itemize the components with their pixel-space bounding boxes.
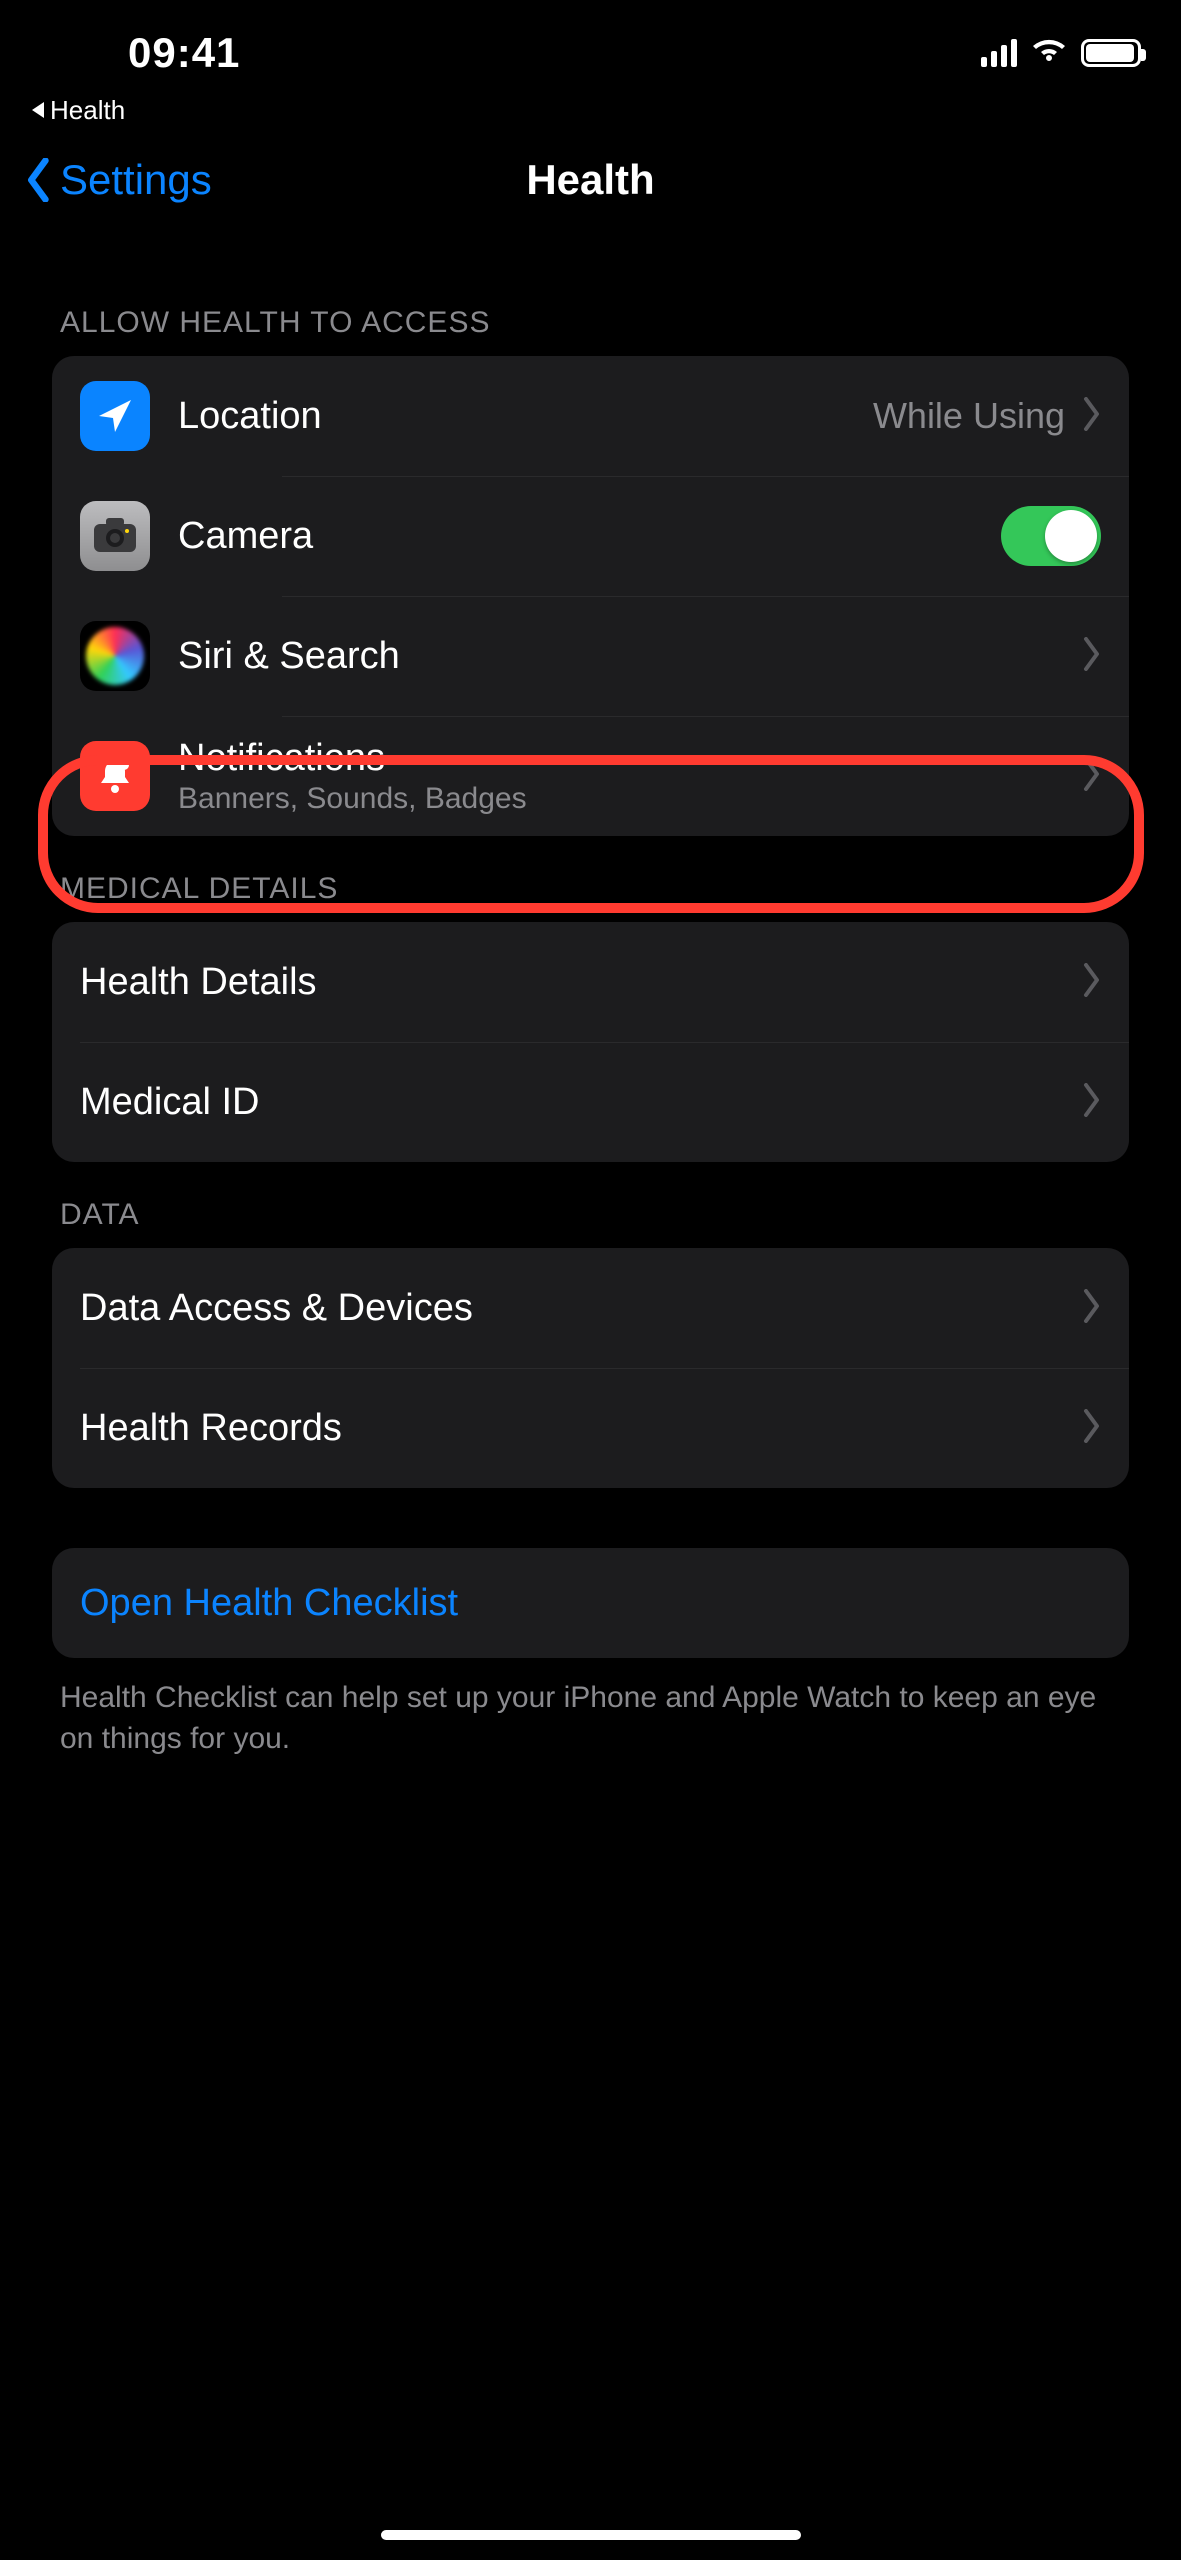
- notification-bell-icon: [80, 741, 150, 811]
- row-label: Siri & Search: [178, 635, 1081, 678]
- checklist-footer-text: Health Checklist can help set up your iP…: [52, 1658, 1129, 1759]
- chevron-right-icon: [1081, 757, 1101, 796]
- row-label: Medical ID: [80, 1081, 1081, 1124]
- row-medical-id[interactable]: Medical ID: [52, 1042, 1129, 1162]
- row-notifications[interactable]: Notifications Banners, Sounds, Badges: [52, 716, 1129, 836]
- link-label: Open Health Checklist: [80, 1582, 1101, 1625]
- row-camera[interactable]: Camera: [52, 476, 1129, 596]
- group-medical: Health Details Medical ID: [52, 922, 1129, 1162]
- status-bar: 09:41: [0, 0, 1181, 90]
- row-label: Health Details: [80, 961, 1081, 1004]
- status-time: 09:41: [128, 29, 240, 77]
- chevron-right-icon: [1081, 1409, 1101, 1448]
- section-header-access: ALLOW HEALTH TO ACCESS: [52, 270, 1129, 356]
- row-subtitle: Banners, Sounds, Badges: [178, 782, 1081, 816]
- siri-icon: [80, 621, 150, 691]
- back-button[interactable]: Settings: [0, 156, 212, 204]
- row-label: Health Records: [80, 1407, 1081, 1450]
- chevron-right-icon: [1081, 1289, 1101, 1328]
- group-access: Location While Using Camera Siri & Searc…: [52, 356, 1129, 836]
- row-data-access-devices[interactable]: Data Access & Devices: [52, 1248, 1129, 1368]
- row-health-records[interactable]: Health Records: [52, 1368, 1129, 1488]
- row-detail: While Using: [873, 395, 1065, 437]
- row-location[interactable]: Location While Using: [52, 356, 1129, 476]
- navbar: Settings Health: [0, 130, 1181, 230]
- group-checklist: Open Health Checklist: [52, 1548, 1129, 1658]
- back-label: Settings: [60, 156, 212, 204]
- row-label: Data Access & Devices: [80, 1287, 1081, 1330]
- home-indicator[interactable]: [381, 2530, 801, 2540]
- section-header-medical: MEDICAL DETAILS: [52, 836, 1129, 922]
- row-label: Location: [178, 395, 873, 438]
- row-siri-search[interactable]: Siri & Search: [52, 596, 1129, 716]
- battery-icon: [1081, 39, 1141, 67]
- chevron-right-icon: [1081, 1083, 1101, 1122]
- content: ALLOW HEALTH TO ACCESS Location While Us…: [0, 230, 1181, 1759]
- row-label: Camera: [178, 515, 1001, 558]
- camera-icon: [80, 501, 150, 571]
- breadcrumb-back-to-app[interactable]: Health: [0, 90, 1181, 130]
- cellular-icon: [981, 39, 1017, 67]
- group-data: Data Access & Devices Health Records: [52, 1248, 1129, 1488]
- section-header-data: DATA: [52, 1162, 1129, 1248]
- row-health-details[interactable]: Health Details: [52, 922, 1129, 1042]
- chevron-right-icon: [1081, 637, 1101, 676]
- screen: 09:41 Health Settings Health ALLOW HEALT…: [0, 0, 1181, 2560]
- chevron-right-icon: [1081, 397, 1101, 436]
- wifi-icon: [1031, 37, 1067, 70]
- chevron-right-icon: [1081, 963, 1101, 1002]
- back-triangle-icon: [32, 102, 44, 118]
- row-label: Notifications: [178, 737, 1081, 780]
- location-icon: [80, 381, 150, 451]
- camera-toggle[interactable]: [1001, 506, 1101, 566]
- chevron-left-icon: [24, 158, 54, 202]
- breadcrumb-label: Health: [50, 95, 125, 126]
- row-open-health-checklist[interactable]: Open Health Checklist: [52, 1548, 1129, 1658]
- status-icons: [981, 37, 1141, 70]
